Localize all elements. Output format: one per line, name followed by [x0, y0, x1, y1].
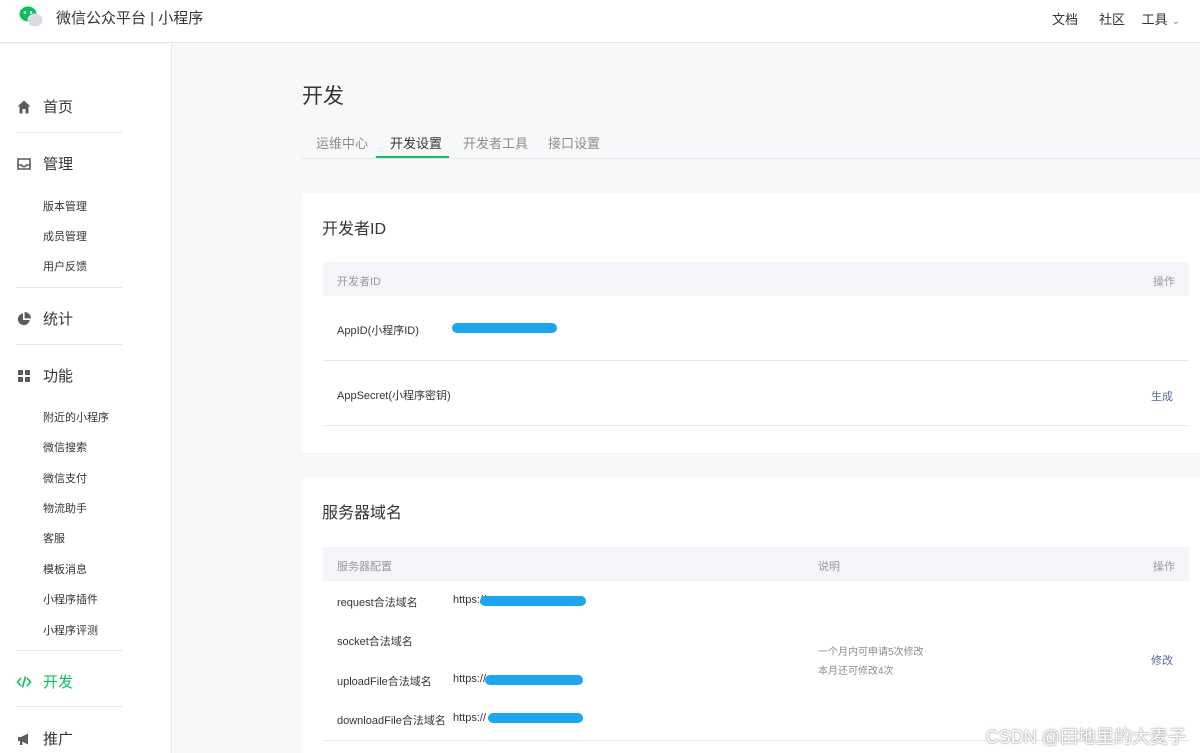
inbox-icon — [17, 157, 31, 170]
pie-chart-icon — [17, 311, 31, 325]
sidebar-subitem-pay[interactable]: 微信支付 — [43, 470, 87, 486]
column-header-note: 说明 — [818, 561, 840, 573]
chevron-down-icon: ⌄ — [1171, 16, 1180, 27]
redacted-appid — [452, 323, 557, 333]
tab-dev-tools[interactable]: 开发者工具 — [463, 133, 528, 152]
megaphone-icon — [18, 733, 28, 745]
page-title: 开发 — [302, 85, 344, 108]
sidebar-item-label: 功能 — [43, 368, 74, 385]
tab-bar: 运维中心 开发设置 开发者工具 接口设置 — [302, 128, 1200, 159]
download-domain-label: downloadFile合法域名 — [337, 715, 446, 727]
sidebar-divider — [16, 344, 122, 345]
upload-domain-value: https:// — [453, 673, 487, 685]
socket-domain-label: socket合法域名 — [337, 636, 413, 648]
redacted-domain — [488, 713, 583, 723]
sidebar-subitem-members[interactable]: 成员管理 — [43, 228, 87, 244]
download-domain-value: https:// — [453, 712, 487, 724]
sidebar-subitem-version[interactable]: 版本管理 — [43, 198, 87, 214]
nav-community-link[interactable]: 社区 — [1099, 9, 1125, 28]
sidebar-item-label: 首页 — [43, 99, 74, 116]
sidebar-item-label: 开发 — [43, 674, 74, 691]
table-header: 开发者ID 操作 — [323, 262, 1189, 296]
sidebar-subitem-search[interactable]: 微信搜索 — [43, 439, 87, 455]
tab-operations[interactable]: 运维中心 — [316, 133, 368, 152]
generate-secret-link[interactable]: 生成 — [1151, 388, 1173, 404]
sidebar-item-label: 统计 — [43, 311, 74, 328]
column-header-action: 操作 — [1153, 561, 1175, 573]
watermark: CSDN @田地里的大麦子 — [985, 727, 1186, 747]
upload-domain-label: uploadFile合法域名 — [337, 676, 432, 688]
sidebar-subitem-evaluation[interactable]: 小程序评测 — [43, 622, 98, 638]
sidebar: 首页 管理 版本管理 成员管理 用户反馈 统计 功能 附近的小程序 微信搜索 微… — [0, 44, 172, 753]
sidebar-subitem-feedback[interactable]: 用户反馈 — [43, 258, 87, 274]
row-divider — [323, 360, 1189, 361]
top-header: 微信公众平台 | 小程序 文档 社区 工具 ⌄ — [0, 0, 1200, 43]
sidebar-subitem-nearby[interactable]: 附近的小程序 — [43, 409, 109, 425]
home-icon — [17, 100, 31, 113]
brand-title: 微信公众平台 | 小程序 — [56, 10, 204, 27]
card-title: 开发者ID — [322, 221, 387, 238]
sidebar-item-label: 管理 — [43, 156, 74, 173]
sidebar-subitem-plugin[interactable]: 小程序插件 — [43, 591, 98, 607]
sidebar-item-label: 推广 — [43, 731, 74, 748]
appid-label: AppID(小程序ID) — [337, 325, 419, 337]
row-divider — [323, 425, 1189, 426]
sidebar-divider — [16, 650, 122, 651]
sidebar-item-develop[interactable]: 开发 — [16, 671, 73, 692]
modify-note-remaining: 本月还可修改4次 — [818, 666, 894, 677]
nav-docs-link[interactable]: 文档 — [1052, 9, 1078, 28]
sidebar-subitem-logistics[interactable]: 物流助手 — [43, 500, 87, 516]
sidebar-divider — [16, 132, 122, 133]
sidebar-item-stats[interactable]: 统计 — [16, 308, 73, 329]
grid-icon — [18, 369, 30, 382]
sidebar-subitem-template[interactable]: 模板消息 — [43, 561, 87, 577]
active-tab-indicator — [376, 156, 449, 158]
sidebar-item-features[interactable]: 功能 — [16, 365, 73, 386]
column-header-action: 操作 — [1153, 276, 1175, 288]
wechat-logo-icon — [19, 6, 43, 27]
sidebar-divider — [16, 706, 122, 707]
tab-api-settings[interactable]: 接口设置 — [548, 133, 600, 152]
nav-tools-label: 工具 — [1141, 12, 1168, 27]
sidebar-item-manage[interactable]: 管理 — [16, 153, 73, 174]
table-header: 服务器配置 说明 操作 — [323, 547, 1189, 581]
sidebar-divider — [16, 287, 122, 288]
appsecret-label: AppSecret(小程序密钥) — [337, 390, 451, 402]
sidebar-subitem-service[interactable]: 客服 — [43, 530, 65, 546]
redacted-domain — [480, 596, 586, 606]
card-title: 服务器域名 — [322, 505, 403, 522]
code-icon — [16, 675, 32, 688]
sidebar-item-promote[interactable]: 推广 — [16, 728, 73, 749]
request-domain-label: request合法域名 — [337, 597, 418, 609]
redacted-domain — [485, 675, 583, 685]
developer-id-card: 开发者ID 开发者ID 操作 AppID(小程序ID) AppSecret(小程… — [302, 193, 1200, 452]
nav-tools-menu[interactable]: 工具 ⌄ — [1142, 9, 1180, 28]
column-header-config: 服务器配置 — [337, 561, 392, 573]
sidebar-item-home[interactable]: 首页 — [16, 96, 73, 117]
column-header-id: 开发者ID — [337, 276, 381, 288]
server-domain-card: 服务器域名 服务器配置 说明 操作 request合法域名 https:// s… — [302, 478, 1200, 753]
modify-note-limit: 一个月内可申请5次修改 — [818, 647, 924, 658]
modify-domain-link[interactable]: 修改 — [1151, 652, 1173, 668]
tab-dev-settings[interactable]: 开发设置 — [390, 133, 442, 152]
